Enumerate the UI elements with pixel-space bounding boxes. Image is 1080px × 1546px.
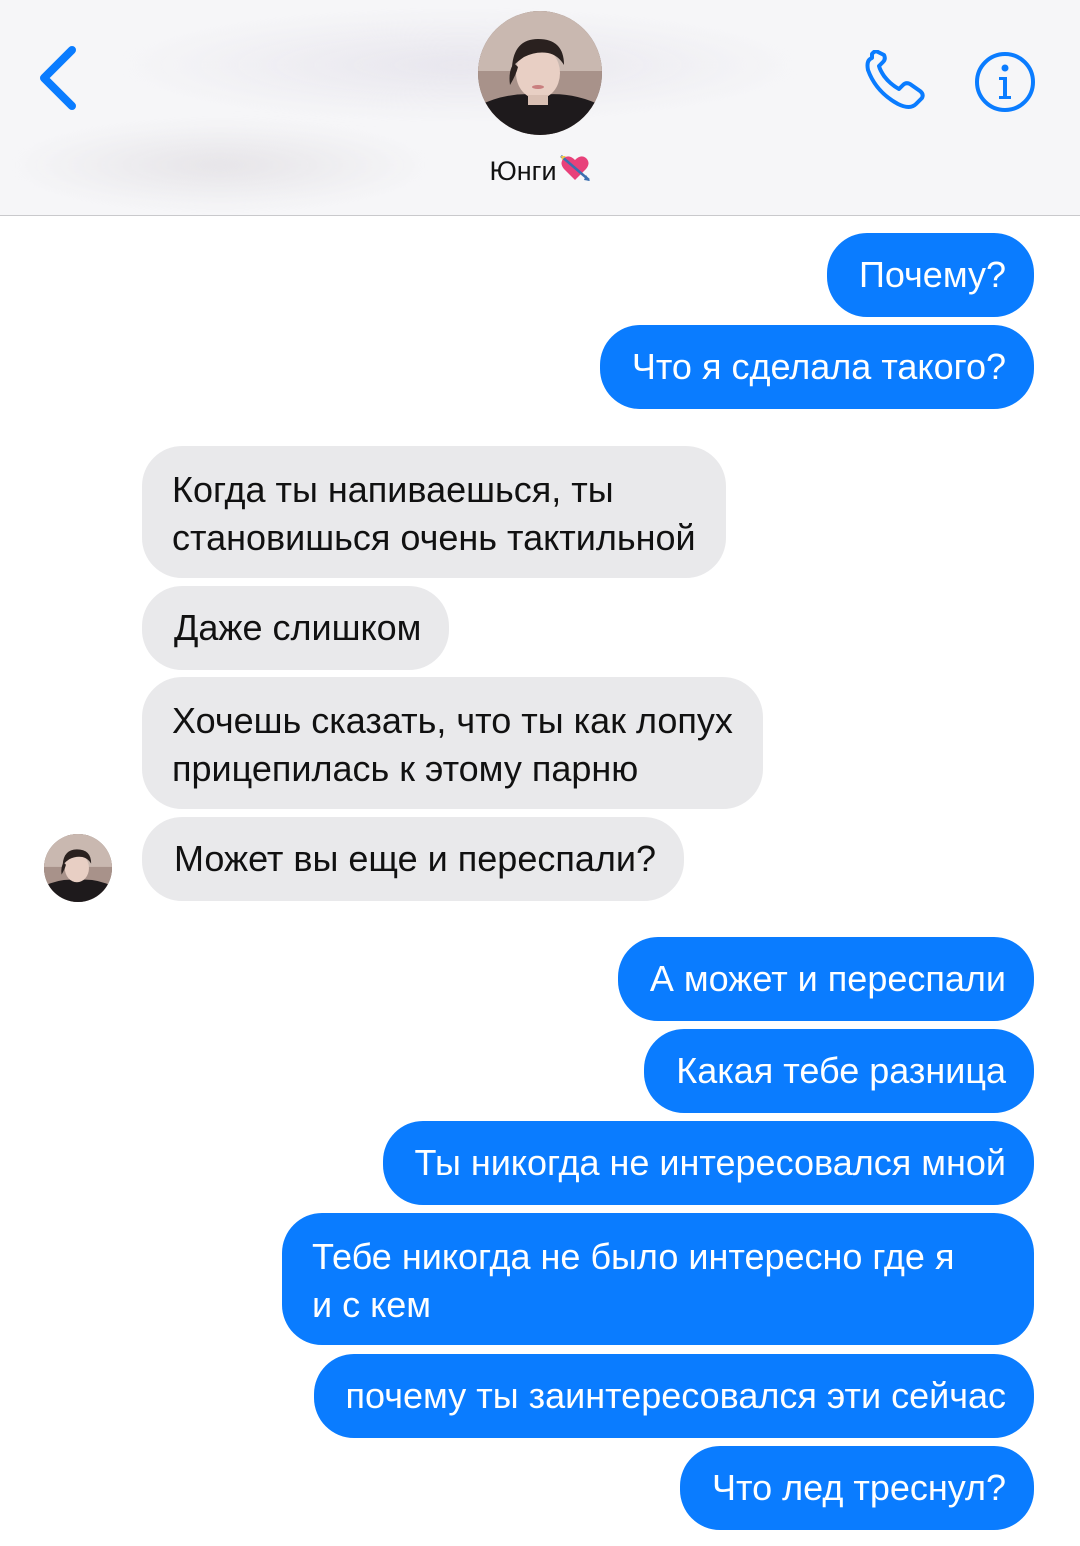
chevron-left-icon [40, 46, 76, 110]
message-text: А может и переспали [649, 958, 1006, 999]
message-text: Может вы еще и переспали? [174, 838, 656, 879]
contact-name: Юнги [489, 156, 557, 186]
message-text: Какая тебе разница [676, 1050, 1006, 1091]
message-bubble-outgoing[interactable]: Тебе никогда не было интересно где я и с… [282, 1213, 1034, 1345]
message-text: Что я сделала такого? [631, 346, 1006, 387]
contact-avatar[interactable] [478, 11, 602, 135]
message-text: Ты никогда не интересовался мной [414, 1142, 1006, 1183]
chat-screen: Юнги Почему? Что я сделала такого? Когда… [0, 0, 1080, 1546]
message-text: Почему? [858, 254, 1006, 295]
header-blur [10, 120, 430, 210]
message-text-line: прицепилась к этому парню [172, 748, 639, 789]
header-blur [120, 10, 800, 120]
message-bubble-outgoing[interactable]: Почему? [826, 233, 1034, 317]
message-bubble-outgoing[interactable]: почему ты заинтересовался эти сейчас [313, 1354, 1034, 1438]
avatar-photo [44, 834, 112, 902]
message-text-line: становишься очень тактильной [172, 517, 696, 558]
message-bubble-incoming[interactable]: Может вы еще и переспали? [142, 817, 684, 901]
message-bubble-incoming[interactable]: Когда ты напиваешься, ты становишься оче… [142, 446, 726, 578]
info-button[interactable] [973, 50, 1037, 114]
message-text-line: Тебе никогда не было интересно где я [312, 1236, 955, 1277]
message-bubble-outgoing[interactable]: Что лед треснул? [680, 1446, 1034, 1530]
message-text: Даже слишком [174, 607, 422, 648]
phone-icon [865, 49, 925, 109]
message-bubble-outgoing[interactable]: Ты никогда не интересовался мной [382, 1121, 1034, 1205]
message-bubble-outgoing[interactable]: А может и переспали [617, 937, 1034, 1021]
message-text: Что лед треснул? [712, 1467, 1006, 1508]
avatar-photo [478, 11, 602, 135]
message-text: почему ты заинтересовался эти сейчас [345, 1375, 1006, 1416]
contact-name-row[interactable]: Юнги [380, 152, 700, 191]
message-bubble-incoming[interactable]: Хочешь сказать, что ты как лопух прицепи… [142, 677, 763, 809]
heart-with-arrow-icon [559, 152, 591, 191]
phone-button[interactable] [862, 49, 930, 114]
message-bubble-outgoing[interactable]: Какая тебе разница [644, 1029, 1034, 1113]
contact-avatar-small[interactable] [44, 834, 112, 902]
message-text-line: Хочешь сказать, что ты как лопух [172, 700, 733, 741]
message-text-line: Когда ты напиваешься, ты [172, 469, 614, 510]
chat-header: Юнги [0, 0, 1080, 216]
info-icon [975, 52, 1035, 112]
back-button[interactable] [30, 40, 90, 120]
message-text-line: и с кем [312, 1284, 432, 1325]
message-bubble-incoming[interactable]: Даже слишком [142, 586, 450, 670]
message-bubble-outgoing[interactable]: Что я сделала такого? [599, 325, 1034, 409]
